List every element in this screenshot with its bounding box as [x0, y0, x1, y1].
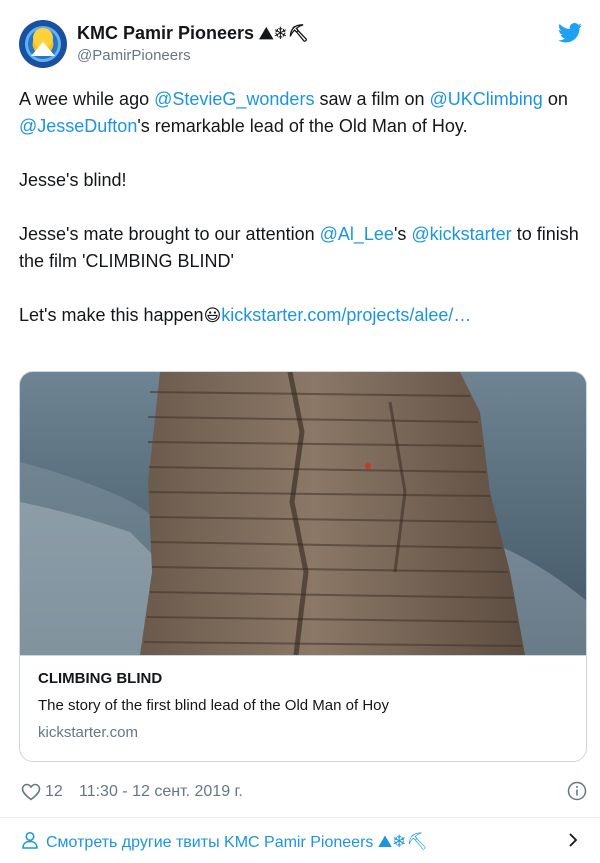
tweet-paragraph-2: Jesse's blind!: [19, 170, 127, 190]
text-span: Jesse's mate brought to our attention: [19, 224, 320, 244]
mention-link[interactable]: @StevieG_wonders: [154, 89, 314, 109]
mention-link[interactable]: @JesseDufton: [19, 116, 137, 136]
person-icon: [22, 831, 38, 849]
chevron-right-icon[interactable]: [566, 832, 580, 848]
avatar[interactable]: [19, 20, 67, 68]
card-domain[interactable]: kickstarter.com: [38, 724, 570, 741]
tweet-timestamp[interactable]: 11:30 - 12 сент. 2019 г.: [79, 783, 243, 801]
author-handle[interactable]: @PamirPioneers: [77, 47, 309, 64]
view-more-tweets-label[interactable]: Смотреть другие твиты KMC Pamir Pioneers…: [46, 832, 428, 852]
author-display-name-text[interactable]: KMC Pamir Pioneers: [77, 23, 254, 43]
tweet-paragraph-1: A wee while ago @StevieG_wonders saw a f…: [19, 86, 581, 140]
like-count[interactable]: 12: [45, 783, 63, 801]
author-names[interactable]: KMC Pamir Pioneers ⛰❄⛏ @PamirPioneers: [77, 23, 309, 64]
embedded-tweet: KMC Pamir Pioneers ⛰❄⛏ @PamirPioneers A …: [0, 0, 600, 863]
tweet-meta: 12 11:30 - 12 сент. 2019 г.: [21, 781, 587, 803]
avatar-mountain: [31, 42, 55, 56]
text-span: 's remarkable lead of the Old Man of Hoy…: [137, 116, 468, 136]
text-span: 's: [393, 224, 412, 244]
card-title[interactable]: CLIMBING BLIND: [38, 670, 570, 687]
mention-link[interactable]: @UKClimbing: [430, 89, 543, 109]
link-card[interactable]: CLIMBING BLIND The story of the first bl…: [19, 371, 587, 762]
heart-icon[interactable]: [21, 783, 41, 801]
view-more-tweets-text[interactable]: Смотреть другие твиты KMC Pamir Pioneers: [46, 834, 373, 851]
text-span: A wee while ago: [19, 89, 155, 109]
tweet-text: A wee while ago @StevieG_wonders saw a f…: [19, 86, 581, 330]
tweet-paragraph-4: Let's make this happen😃kickstarter.com/p…: [19, 302, 581, 330]
card-info[interactable]: CLIMBING BLIND The story of the first bl…: [20, 655, 586, 761]
text-span: on: [542, 89, 568, 109]
author-display-name[interactable]: KMC Pamir Pioneers ⛰❄⛏: [77, 23, 309, 44]
card-image[interactable]: [20, 372, 586, 655]
tweet-paragraph-3: Jesse's mate brought to our attention @A…: [19, 221, 581, 275]
footer-emojis: ⛰❄⛏: [377, 832, 428, 852]
mention-link[interactable]: @Al_Lee: [320, 224, 394, 244]
card-description[interactable]: The story of the first blind lead of the…: [38, 697, 570, 714]
author-name-emojis: ⛰❄⛏: [259, 24, 310, 44]
smiley-emoji: 😃: [203, 306, 222, 326]
view-more-tweets-link[interactable]: Смотреть другие твиты KMC Pamir Pioneers…: [0, 818, 600, 863]
url-link[interactable]: kickstarter.com/projects/alee/…: [221, 305, 471, 325]
text-span: Let's make this happen: [19, 305, 204, 325]
sea-stack-photo: [20, 372, 586, 655]
mention-link[interactable]: @kickstarter: [411, 224, 511, 244]
tweet-header: KMC Pamir Pioneers ⛰❄⛏ @PamirPioneers: [19, 20, 585, 70]
twitter-bird-icon[interactable]: [558, 23, 582, 43]
info-icon[interactable]: [567, 781, 587, 801]
text-span: saw a film on: [314, 89, 430, 109]
